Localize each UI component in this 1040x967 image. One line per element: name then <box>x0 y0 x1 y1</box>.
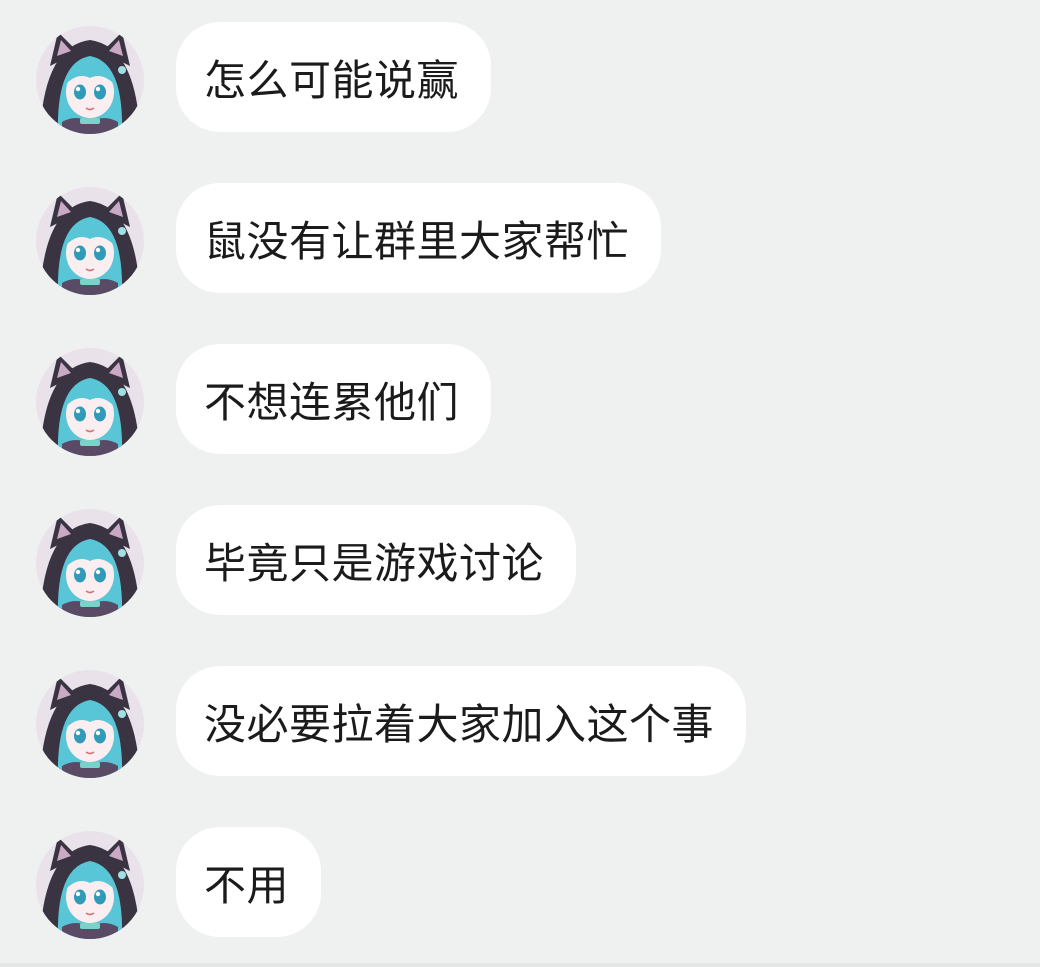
avatar-image <box>36 670 144 778</box>
message-bubble[interactable]: 毕竟只是游戏讨论 <box>176 505 577 615</box>
avatar-image <box>36 831 144 939</box>
message-text: 没必要拉着大家加入这个事 <box>204 699 715 749</box>
message-bubble[interactable]: 鼠没有让群里大家帮忙 <box>176 183 662 293</box>
message-bubble[interactable]: 没必要拉着大家加入这个事 <box>176 666 747 776</box>
bottom-divider <box>0 963 1040 967</box>
message-text: 毕竟只是游戏讨论 <box>204 538 545 588</box>
avatar-image <box>36 26 144 134</box>
message-bubble[interactable]: 怎么可能说赢 <box>176 22 492 132</box>
avatar-image <box>36 348 144 456</box>
avatar[interactable] <box>36 670 144 778</box>
avatar-image <box>36 509 144 617</box>
message-bubble[interactable]: 不用 <box>176 827 322 937</box>
avatar-image <box>36 187 144 295</box>
message-text: 鼠没有让群里大家帮忙 <box>204 216 630 266</box>
avatar[interactable] <box>36 831 144 939</box>
chat-message-list[interactable]: 怎么可能说赢 鼠没有让群里大家帮忙 不想连累他们 毕竟只是游戏讨论 没必要拉着大… <box>0 0 1040 967</box>
avatar[interactable] <box>36 348 144 456</box>
message-text: 怎么可能说赢 <box>204 55 460 105</box>
message-text: 不用 <box>204 860 290 910</box>
message-text: 不想连累他们 <box>204 377 460 427</box>
avatar[interactable] <box>36 509 144 617</box>
avatar[interactable] <box>36 187 144 295</box>
avatar[interactable] <box>36 26 144 134</box>
message-bubble[interactable]: 不想连累他们 <box>176 344 492 454</box>
